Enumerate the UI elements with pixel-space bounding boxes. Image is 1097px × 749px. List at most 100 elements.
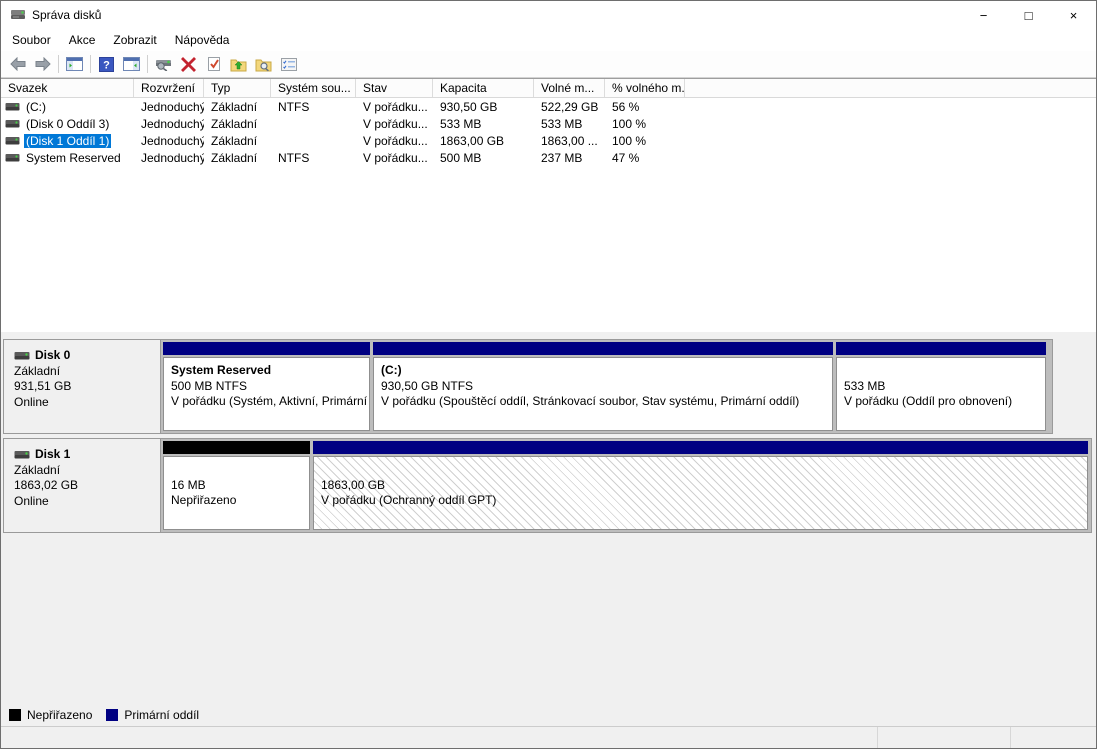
column-header-system[interactable]: Systém sou...	[271, 79, 356, 97]
cell-system: NTFS	[271, 151, 356, 165]
disk-icon	[14, 450, 30, 460]
cell-typ: Základní	[204, 151, 271, 165]
status-bar	[1, 726, 1096, 748]
partition-system-reserved[interactable]: System Reserved 500 MB NTFS V pořádku (S…	[163, 342, 370, 431]
cell-pct: 100 %	[605, 134, 685, 148]
partition-color-bar	[836, 342, 1046, 355]
partition-color-bar	[373, 342, 833, 355]
partition-size: 533 MB	[844, 379, 1038, 395]
toolbar: ?	[1, 51, 1096, 78]
rescan-disks-icon[interactable]	[151, 53, 176, 76]
partition-status: V pořádku (Ochranný oddíl GPT)	[321, 493, 1080, 509]
legend-label: Nepřiřazeno	[27, 708, 92, 722]
partition-status: V pořádku (Oddíl pro obnovení)	[844, 394, 1038, 410]
menu-soubor[interactable]: Soubor	[3, 31, 60, 49]
cell-system: NTFS	[271, 100, 356, 114]
delete-volume-icon[interactable]	[176, 53, 201, 76]
volume-icon	[5, 119, 20, 129]
partition-size: 1863,00 GB	[321, 478, 1080, 494]
cell-pct: 100 %	[605, 117, 685, 131]
partition-name: System Reserved	[171, 363, 362, 379]
cell-volne: 237 MB	[534, 151, 605, 165]
properties-icon[interactable]	[276, 53, 301, 76]
menu-napoveda[interactable]: Nápověda	[166, 31, 239, 49]
partition-size: 16 MB	[171, 478, 302, 494]
partition-c[interactable]: (C:) 930,50 GB NTFS V pořádku (Spouštěcí…	[373, 342, 833, 431]
column-header-volne[interactable]: Volné m...	[534, 79, 605, 97]
table-row-selected[interactable]: (Disk 1 Oddíl 1) Jednoduchý Základní V p…	[1, 132, 1096, 149]
partition-name	[171, 462, 302, 478]
disk-type: Základní	[14, 364, 160, 380]
table-row[interactable]: (C:) Jednoduchý Základní NTFS V pořádku.…	[1, 98, 1096, 115]
disk-0-info[interactable]: Disk 0 Základní 931,51 GB Online	[3, 339, 161, 434]
disk-0-row: Disk 0 Základní 931,51 GB Online System …	[3, 339, 1096, 434]
disk-1-row: Disk 1 Základní 1863,02 GB Online 16 MB …	[3, 438, 1096, 533]
disk-status: Online	[14, 494, 160, 510]
cell-rozvrzeni: Jednoduchý	[134, 151, 204, 165]
cell-volne: 522,29 GB	[534, 100, 605, 114]
open-icon[interactable]	[226, 53, 251, 76]
column-header-kapacita[interactable]: Kapacita	[433, 79, 534, 97]
column-header-pct-volneho[interactable]: % volného m...	[605, 79, 685, 97]
column-header-stav[interactable]: Stav	[356, 79, 433, 97]
legend-label: Primární oddíl	[124, 708, 199, 722]
close-button[interactable]: ×	[1051, 1, 1096, 29]
cell-volne: 533 MB	[534, 117, 605, 131]
table-row[interactable]: (Disk 0 Oddíl 3) Jednoduchý Základní V p…	[1, 115, 1096, 132]
partition-status: V pořádku (Systém, Aktivní, Primární	[171, 394, 362, 410]
volume-icon	[5, 136, 20, 146]
disk-0-partitions: System Reserved 500 MB NTFS V pořádku (S…	[161, 339, 1053, 434]
menu-bar: Soubor Akce Zobrazit Nápověda	[1, 29, 1096, 51]
partition-size: 930,50 GB NTFS	[381, 379, 825, 395]
menu-akce[interactable]: Akce	[60, 31, 105, 49]
mark-partition-active-icon[interactable]	[201, 53, 226, 76]
cell-rozvrzeni: Jednoduchý	[134, 134, 204, 148]
show-console-tree-icon[interactable]	[62, 53, 87, 76]
table-row[interactable]: System Reserved Jednoduchý Základní NTFS…	[1, 149, 1096, 166]
partition-color-bar	[163, 342, 370, 355]
minimize-button[interactable]: −	[961, 1, 1006, 29]
graphical-view-empty-area	[1, 537, 1096, 704]
cell-stav: V pořádku...	[356, 117, 433, 131]
window-title: Správa disků	[32, 8, 101, 22]
disk-status: Online	[14, 395, 160, 411]
explore-icon[interactable]	[251, 53, 276, 76]
disk-1-partitions: 16 MB Nepřiřazeno 1863,00 GB V pořádku (…	[161, 438, 1092, 533]
disk-icon	[14, 351, 30, 361]
cell-kapacita: 930,50 GB	[433, 100, 534, 114]
disk-name: Disk 0	[35, 348, 70, 364]
volume-list: Svazek Rozvržení Typ Systém sou... Stav …	[1, 78, 1096, 332]
volume-name: (C:)	[24, 100, 48, 114]
cell-stav: V pořádku...	[356, 151, 433, 165]
volume-name: (Disk 0 Oddíl 3)	[24, 117, 111, 131]
status-panel	[877, 727, 1010, 748]
cell-volne: 1863,00 ...	[534, 134, 605, 148]
cell-rozvrzeni: Jednoduchý	[134, 100, 204, 114]
cell-kapacita: 1863,00 GB	[433, 134, 534, 148]
show-action-pane-icon[interactable]	[119, 53, 144, 76]
help-icon[interactable]: ?	[94, 53, 119, 76]
menu-zobrazit[interactable]: Zobrazit	[104, 31, 165, 49]
back-icon[interactable]	[5, 53, 30, 76]
volume-icon	[5, 102, 20, 112]
primary-partition-swatch	[106, 709, 118, 721]
maximize-button[interactable]: □	[1006, 1, 1051, 29]
disk-1-info[interactable]: Disk 1 Základní 1863,02 GB Online	[3, 438, 161, 533]
cell-typ: Základní	[204, 100, 271, 114]
unallocated-swatch	[9, 709, 21, 721]
legend-item-primary: Primární oddíl	[106, 708, 199, 722]
partition-unallocated[interactable]: 16 MB Nepřiřazeno	[163, 441, 310, 530]
cell-stav: V pořádku...	[356, 134, 433, 148]
forward-icon[interactable]	[30, 53, 55, 76]
column-header-rozvrzeni[interactable]: Rozvržení	[134, 79, 204, 97]
partition-name: (C:)	[381, 363, 825, 379]
partition-color-bar	[163, 441, 310, 454]
column-header-typ[interactable]: Typ	[204, 79, 271, 97]
column-header-svazek[interactable]: Svazek	[1, 79, 134, 97]
partition-recovery[interactable]: 533 MB V pořádku (Oddíl pro obnovení)	[836, 342, 1046, 431]
volume-icon	[5, 153, 20, 163]
partition-gpt-protective[interactable]: 1863,00 GB V pořádku (Ochranný oddíl GPT…	[313, 441, 1088, 530]
title-bar: Správa disků − □ ×	[1, 1, 1096, 29]
volume-list-header: Svazek Rozvržení Typ Systém sou... Stav …	[1, 79, 1096, 98]
partition-status: Nepřiřazeno	[171, 493, 302, 509]
